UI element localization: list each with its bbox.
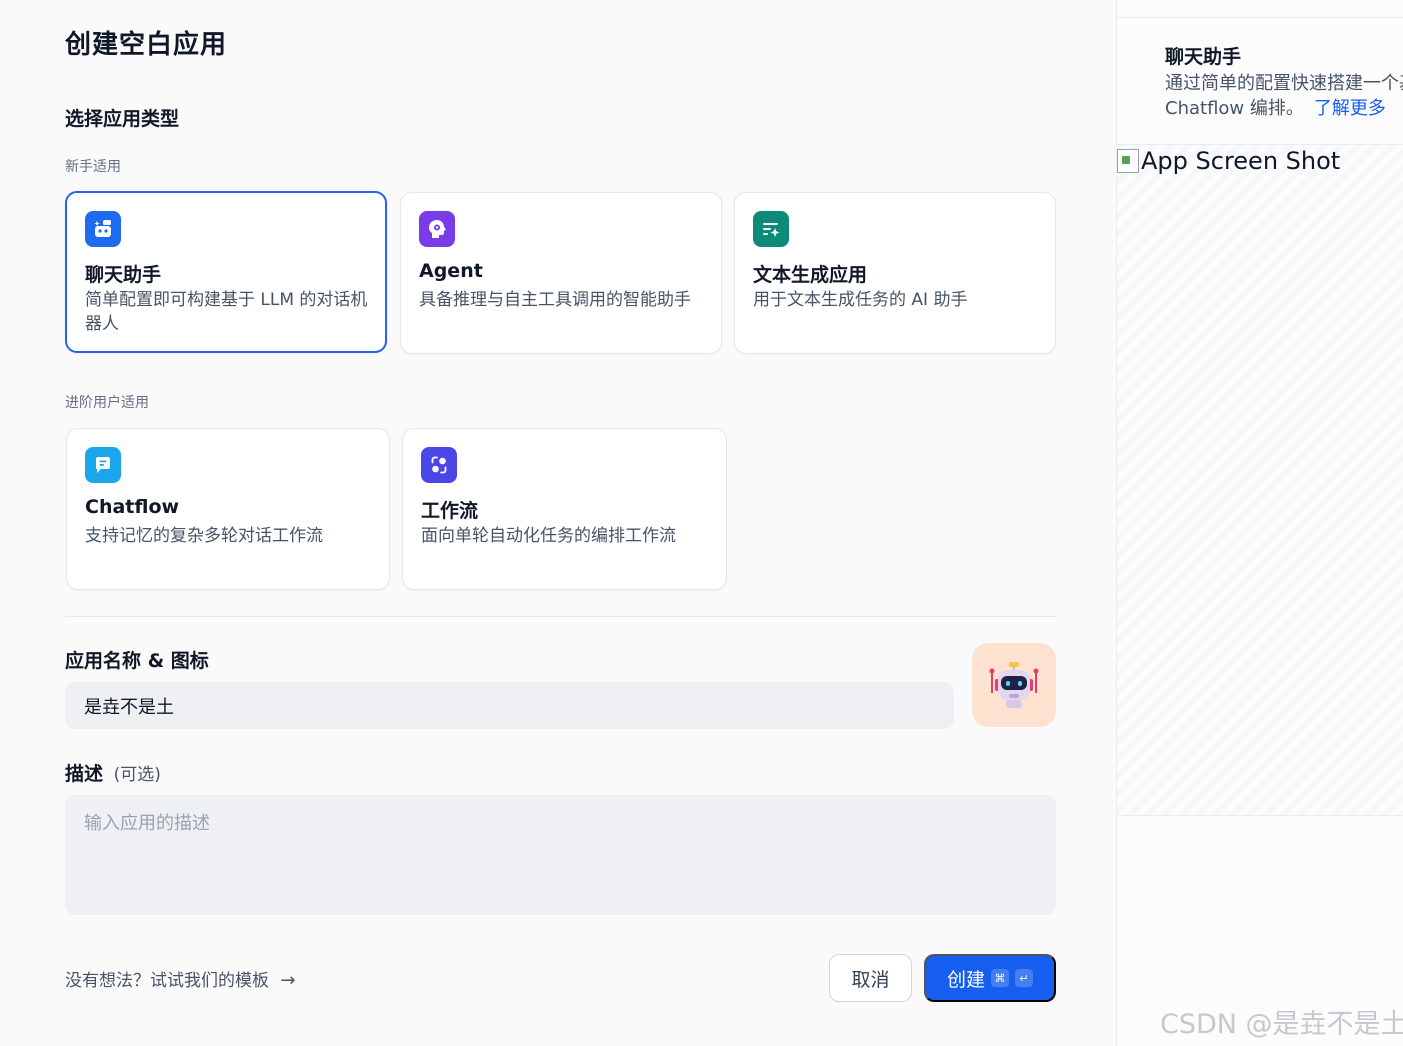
app-type-card-agent[interactable]: Agent 具备推理与自主工具调用的智能助手 xyxy=(400,192,722,354)
card-title: 聊天助手 xyxy=(85,264,162,286)
text-sparkle-icon xyxy=(753,211,789,247)
advanced-group-label: 进阶用户适用 xyxy=(65,395,149,411)
card-title: Chatflow xyxy=(85,496,180,518)
workflow-icon xyxy=(421,447,457,483)
try-templates-text: 没有想法？试试我们的模板 xyxy=(65,971,269,991)
app-description-input[interactable] xyxy=(65,795,1056,915)
card-title: 工作流 xyxy=(421,500,479,522)
card-description: 面向单轮自动化任务的编排工作流 xyxy=(421,526,676,546)
card-description: 具备推理与自主工具调用的智能助手 xyxy=(419,290,691,310)
cmd-key-icon: ⌘ xyxy=(991,969,1009,987)
preview-desc-line-2-text: Chatflow 编排。 xyxy=(1165,98,1304,119)
robot-icon xyxy=(989,662,1039,708)
csdn-watermark: CSDN @是垚不是土 xyxy=(1160,1009,1403,1040)
app-type-section-title: 选择应用类型 xyxy=(65,108,180,130)
beginner-group-label: 新手适用 xyxy=(65,159,121,175)
app-type-card-text-generation[interactable]: 文本生成应用 用于文本生成任务的 AI 助手 xyxy=(734,192,1056,354)
description-label: 描述 xyxy=(65,763,104,785)
cancel-button[interactable]: 取消 xyxy=(829,954,912,1002)
preview-title: 聊天助手 xyxy=(1165,46,1242,68)
create-app-panel: 创建空白应用 选择应用类型 新手适用 聊天助手 简单配置即可构建基于 LLM 的… xyxy=(0,0,1116,1046)
card-title: Agent xyxy=(419,260,483,282)
preview-description: 通过简单的配置快速搭建一个基 Chatflow 编排。 了解更多 xyxy=(1165,71,1403,121)
section-divider xyxy=(65,616,1056,617)
card-description: 支持记忆的复杂多轮对话工作流 xyxy=(85,526,323,546)
create-button[interactable]: 创建 ⌘ ↵ xyxy=(924,954,1056,1002)
app-screenshot-alt-text: App Screen Shot xyxy=(1141,147,1341,175)
app-screenshot-area: App Screen Shot xyxy=(1117,144,1403,816)
enter-key-icon: ↵ xyxy=(1015,969,1033,987)
preview-top-divider xyxy=(1117,17,1403,18)
name-icon-section-title: 应用名称 & 图标 xyxy=(65,650,209,672)
app-icon-picker[interactable] xyxy=(972,643,1056,727)
chatflow-icon xyxy=(85,447,121,483)
learn-more-link[interactable]: 了解更多 xyxy=(1314,98,1386,119)
preview-desc-line-1: 通过简单的配置快速搭建一个基 xyxy=(1165,73,1403,94)
card-description: 用于文本生成任务的 AI 助手 xyxy=(753,290,968,310)
card-description: 简单配置即可构建基于 LLM 的对话机器人 xyxy=(85,290,368,334)
optional-hint: (可选) xyxy=(113,765,161,785)
agent-brain-icon xyxy=(419,211,455,247)
arrow-right-icon: → xyxy=(280,970,296,991)
app-type-card-chat-assistant[interactable]: 聊天助手 简单配置即可构建基于 LLM 的对话机器人 xyxy=(65,191,387,353)
app-type-card-workflow[interactable]: 工作流 面向单轮自动化任务的编排工作流 xyxy=(402,428,727,590)
card-title: 文本生成应用 xyxy=(753,264,868,286)
chat-bot-icon xyxy=(85,211,121,247)
create-button-label: 创建 xyxy=(946,969,985,991)
page-title: 创建空白应用 xyxy=(65,30,228,60)
app-name-input[interactable] xyxy=(65,682,954,729)
try-templates-link[interactable]: 没有想法？试试我们的模板 → xyxy=(65,966,296,991)
app-type-card-chatflow[interactable]: Chatflow 支持记忆的复杂多轮对话工作流 xyxy=(66,428,390,590)
app-screenshot-image: App Screen Shot xyxy=(1117,147,1340,175)
preview-panel: 聊天助手 通过简单的配置快速搭建一个基 Chatflow 编排。 了解更多 App… xyxy=(1116,0,1403,1046)
preview-desc-line-2: Chatflow 编排。 了解更多 xyxy=(1165,96,1403,121)
description-section-title: 描述 (可选) xyxy=(65,759,161,786)
broken-image-icon xyxy=(1117,149,1139,173)
